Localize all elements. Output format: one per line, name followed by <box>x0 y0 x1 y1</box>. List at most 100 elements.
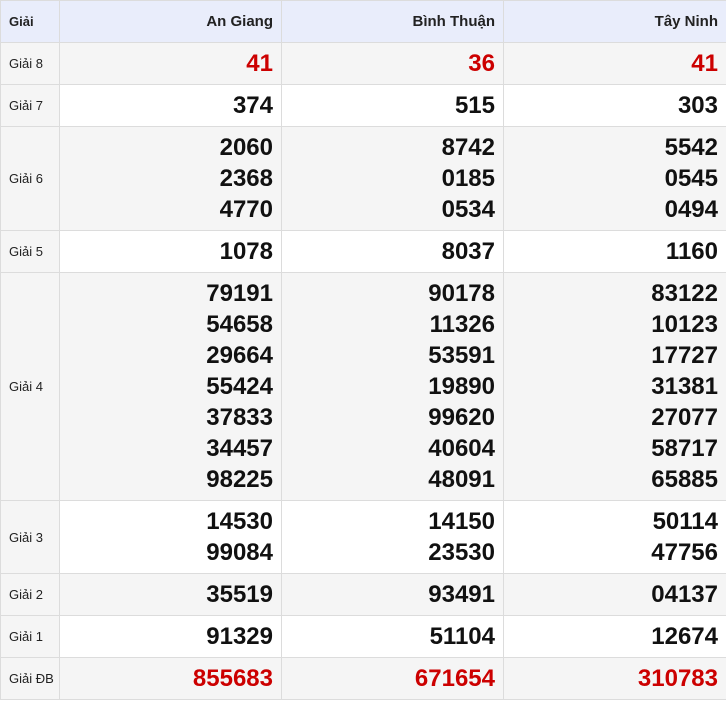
result-cell: 303 <box>503 84 726 127</box>
result-number: 55424 <box>206 373 273 400</box>
result-number: 99084 <box>206 539 273 566</box>
result-number: 2368 <box>219 165 273 192</box>
result-number: 04137 <box>651 581 718 608</box>
result-number: 12674 <box>651 623 718 650</box>
result-number: 83122 <box>651 280 718 307</box>
result-number: 0494 <box>664 196 718 223</box>
result-cell: 04137 <box>503 573 726 616</box>
result-number: 0545 <box>664 165 718 192</box>
result-number: 41 <box>691 50 718 77</box>
result-cell: 374 <box>59 84 282 127</box>
result-cell: 1160 <box>503 230 726 273</box>
table-row: Giải ĐB 855683 671654 310783 <box>0 657 726 700</box>
result-number: 303 <box>677 92 718 119</box>
prize-label: Giải 1 <box>0 615 60 658</box>
result-number: 855683 <box>192 665 273 692</box>
result-number: 90178 <box>428 280 495 307</box>
province-header-tay-ninh[interactable]: Tây Ninh <box>503 0 726 43</box>
prize-label: Giải ĐB <box>0 657 60 700</box>
prize-label: Giải 6 <box>0 126 60 231</box>
result-cell: 41 <box>503 42 726 85</box>
result-number: 14530 <box>206 508 273 535</box>
result-cell: 90178 11326 53591 19890 99620 40604 48091 <box>281 272 504 501</box>
result-number: 1078 <box>219 238 273 265</box>
result-cell: 50114 47756 <box>503 500 726 574</box>
result-cell: 671654 <box>281 657 504 700</box>
result-number: 79191 <box>206 280 273 307</box>
result-cell: 855683 <box>59 657 282 700</box>
result-number: 51104 <box>429 623 495 650</box>
table-row: Giải 7 374 515 303 <box>0 84 726 127</box>
prize-label: Giải 4 <box>0 272 60 501</box>
result-number: 29664 <box>206 342 273 369</box>
result-number: 374 <box>232 92 273 119</box>
result-number: 47756 <box>651 539 718 566</box>
result-number: 65885 <box>651 466 718 493</box>
result-number: 23530 <box>428 539 495 566</box>
result-number: 0185 <box>441 165 495 192</box>
result-number: 37833 <box>206 404 273 431</box>
result-cell: 2060 2368 4770 <box>59 126 282 231</box>
result-number: 4770 <box>219 196 273 223</box>
result-number: 48091 <box>428 466 495 493</box>
result-number: 27077 <box>651 404 718 431</box>
prize-label: Giải 7 <box>0 84 60 127</box>
result-cell: 83122 10123 17727 31381 27077 58717 65885 <box>503 272 726 501</box>
result-number: 1160 <box>665 238 718 265</box>
table-row: Giải 2 35519 93491 04137 <box>0 573 726 616</box>
result-cell: 93491 <box>281 573 504 616</box>
result-number: 98225 <box>206 466 273 493</box>
result-cell: 8742 0185 0534 <box>281 126 504 231</box>
result-cell: 310783 <box>503 657 726 700</box>
result-number: 35519 <box>206 581 273 608</box>
result-cell: 515 <box>281 84 504 127</box>
result-cell: 14530 99084 <box>59 500 282 574</box>
result-number: 58717 <box>651 435 718 462</box>
result-cell: 41 <box>59 42 282 85</box>
result-number: 11326 <box>429 311 495 338</box>
result-number: 10123 <box>651 311 718 338</box>
table-row: Giải 3 14530 99084 14150 23530 50114 47756 <box>0 500 726 574</box>
result-cell: 91329 <box>59 615 282 658</box>
table-row: Giải 8 41 36 41 <box>0 42 726 85</box>
result-number: 8037 <box>441 238 495 265</box>
result-cell: 36 <box>281 42 504 85</box>
result-number: 93491 <box>428 581 495 608</box>
table-row: Giải 6 2060 2368 4770 8742 0185 0534 5542 0545 04… <box>0 126 726 231</box>
prize-label: Giải 8 <box>0 42 60 85</box>
result-cell: 51104 <box>281 615 504 658</box>
result-number: 5542 <box>664 134 718 161</box>
result-cell: 35519 <box>59 573 282 616</box>
result-cell: 79191 54658 29664 55424 37833 34457 98225 <box>59 272 282 501</box>
result-number: 17727 <box>651 342 718 369</box>
result-cell: 14150 23530 <box>281 500 504 574</box>
result-number: 8742 <box>441 134 495 161</box>
result-number: 0534 <box>441 196 495 223</box>
province-header-an-giang[interactable]: An Giang <box>59 0 282 43</box>
result-cell: 12674 <box>503 615 726 658</box>
table-header-row: Giải An Giang Bình Thuận Tây Ninh <box>0 0 726 43</box>
prize-column-header: Giải <box>0 0 60 43</box>
result-number: 99620 <box>428 404 495 431</box>
prize-label: Giải 5 <box>0 230 60 273</box>
result-number: 54658 <box>206 311 273 338</box>
prize-label: Giải 3 <box>0 500 60 574</box>
table-row: Giải 4 79191 54658 29664 55424 37833 34457 9822… <box>0 272 726 501</box>
result-number: 515 <box>454 92 495 119</box>
result-number: 36 <box>468 50 495 77</box>
result-number: 671654 <box>414 665 495 692</box>
lottery-results-table: Giải An Giang Bình Thuận Tây Ninh Giải 8… <box>0 0 726 700</box>
prize-label: Giải 2 <box>0 573 60 616</box>
result-cell: 5542 0545 0494 <box>503 126 726 231</box>
result-number: 2060 <box>219 134 273 161</box>
result-cell: 8037 <box>281 230 504 273</box>
province-header-binh-thuan[interactable]: Bình Thuận <box>281 0 504 43</box>
result-number: 50114 <box>652 508 718 535</box>
result-cell: 1078 <box>59 230 282 273</box>
table-row: Giải 5 1078 8037 1160 <box>0 230 726 273</box>
result-number: 53591 <box>428 342 495 369</box>
result-number: 310783 <box>637 665 718 692</box>
result-number: 34457 <box>206 435 273 462</box>
result-number: 14150 <box>428 508 495 535</box>
table-row: Giải 1 91329 51104 12674 <box>0 615 726 658</box>
